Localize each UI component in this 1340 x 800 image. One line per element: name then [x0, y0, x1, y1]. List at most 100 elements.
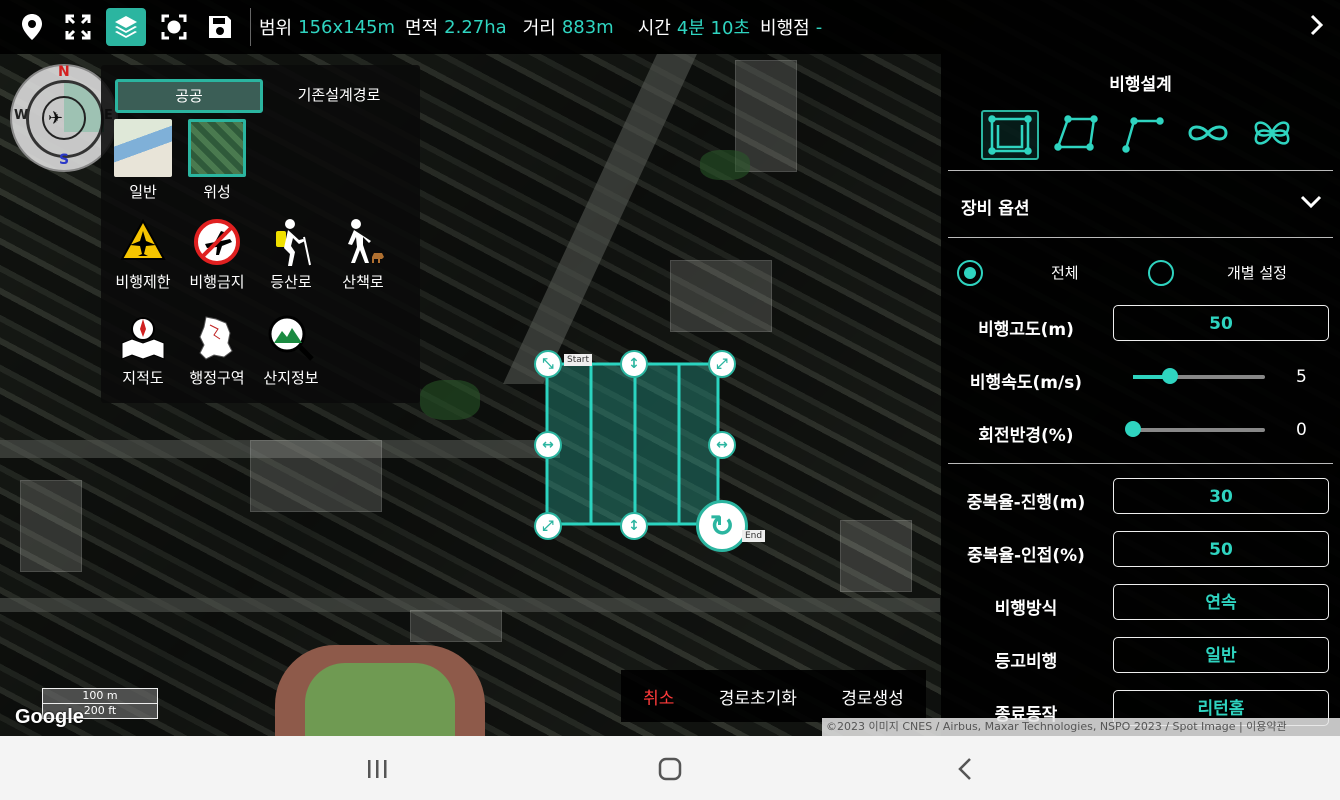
layers-icon[interactable] — [106, 8, 146, 46]
chevron-right-icon[interactable] — [1310, 14, 1324, 42]
terrain-follow-label: 등고비행 — [994, 652, 1058, 672]
admin-region-icon — [192, 313, 242, 363]
linear-pattern-icon[interactable] — [1115, 110, 1169, 156]
figure-eight-pattern-icon[interactable] — [1181, 110, 1235, 156]
radio-all[interactable] — [957, 260, 983, 286]
compass-north: N — [58, 64, 70, 80]
map-stadium — [275, 645, 485, 736]
home-icon[interactable] — [655, 754, 685, 784]
walker-icon — [338, 217, 388, 267]
compass-west: W — [14, 108, 29, 123]
turn-radius-value: 0 — [1296, 420, 1307, 440]
map-copyright[interactable]: ©2023 이미지 CNES / Airbus, Maxar Technolog… — [822, 718, 1340, 736]
speed-slider-knob[interactable] — [1161, 368, 1178, 384]
save-icon[interactable] — [202, 9, 238, 45]
time-value: 4분 10초 — [676, 18, 751, 39]
layer-hiking-trail[interactable]: 등산로 — [255, 217, 327, 292]
resize-handle-top[interactable]: ↕ — [620, 350, 648, 378]
range-label: 범위 — [259, 18, 293, 39]
divider — [948, 170, 1333, 171]
cadastral-map-icon — [118, 313, 168, 363]
radio-all-label: 전체 — [1051, 264, 1079, 282]
layer-mountain-info[interactable]: 산지정보 — [255, 313, 327, 388]
layer-label: 산지정보 — [263, 369, 319, 387]
cancel-button[interactable]: 취소 — [643, 684, 674, 709]
overlap-side-field[interactable]: 50 — [1113, 531, 1329, 567]
layer-label: 지적도 — [122, 369, 164, 387]
top-toolbar: 범위 156x145m 면적 2.27ha 거리 883m 시간 4분 10초 … — [0, 0, 1340, 54]
system-nav-bar — [0, 736, 1340, 800]
turn-radius-slider-knob[interactable] — [1125, 421, 1141, 437]
divider — [948, 237, 1333, 238]
location-pin-icon[interactable] — [14, 9, 50, 45]
general-map-thumbnail — [114, 119, 172, 177]
tab-public[interactable]: 공공 — [115, 79, 263, 113]
mountain-search-icon — [266, 313, 316, 363]
hiker-icon — [266, 217, 316, 267]
radio-individual-label: 개별 설정 — [1227, 264, 1287, 282]
map-building — [250, 440, 382, 512]
start-tag: Start — [564, 354, 592, 366]
satellite-map-thumbnail — [188, 119, 246, 177]
resize-handle-top-right[interactable]: ⤢ — [708, 350, 736, 378]
area-grid-pattern-icon[interactable] — [981, 110, 1039, 160]
map-building — [840, 520, 912, 592]
overlap-side-label: 중복율-인접(%) — [967, 546, 1085, 566]
overlap-forward-label: 중복율-진행(m) — [966, 493, 1086, 513]
layer-walking-trail[interactable]: 산책로 — [327, 217, 399, 292]
resize-handle-top-left[interactable]: ⤡ — [534, 350, 562, 378]
map-building — [20, 480, 82, 572]
no-fly-icon — [192, 217, 242, 267]
waypoint-value: - — [815, 16, 823, 38]
layer-flight-restricted[interactable]: 비행제한 — [107, 217, 179, 292]
layer-label: 비행금지 — [189, 273, 245, 291]
chevron-down-icon[interactable] — [1300, 190, 1322, 215]
google-logo: Google — [15, 706, 84, 728]
terrain-follow-select[interactable]: 일반 — [1113, 637, 1329, 673]
layer-no-fly[interactable]: 비행금지 — [181, 217, 253, 292]
flight-design-panel: 비행설계 장비 옵션 전체 개별 설정 비행고도(m) 50 비행속도(m/s)… — [941, 54, 1340, 736]
distance-value: 883m — [561, 16, 614, 38]
waypoint-label: 비행점 — [760, 18, 810, 39]
layer-label: 산책로 — [342, 273, 384, 291]
end-tag: End — [742, 530, 766, 542]
altitude-label: 비행고도(m) — [978, 320, 1074, 340]
map-building — [410, 610, 502, 642]
flight-area-polygon[interactable] — [545, 362, 720, 526]
back-icon[interactable] — [950, 754, 980, 784]
flight-method-label: 비행방식 — [994, 599, 1058, 619]
altitude-field[interactable]: 50 — [1113, 305, 1329, 341]
focus-icon[interactable] — [156, 9, 192, 45]
flight-method-select[interactable]: 연속 — [1113, 584, 1329, 620]
compass-south: S — [59, 152, 70, 168]
recent-apps-icon[interactable] — [362, 754, 392, 784]
reset-route-button[interactable]: 경로초기화 — [719, 684, 797, 709]
layer-label: 행정구역 — [189, 369, 245, 387]
area-label: 면적 — [405, 18, 439, 39]
resize-handle-bottom[interactable]: ↕ — [620, 512, 648, 540]
polygon-pattern-icon[interactable] — [1049, 110, 1103, 156]
drone-icon: ✈ — [48, 108, 64, 129]
toolbar-divider — [250, 8, 251, 46]
layer-admin-region[interactable]: 행정구역 — [181, 313, 253, 388]
map-type-general[interactable]: 일반 — [113, 119, 173, 201]
rotate-handle-icon[interactable]: ↻ — [696, 500, 748, 552]
clover-pattern-icon[interactable] — [1245, 110, 1299, 156]
speed-label: 비행속도(m/s) — [969, 373, 1083, 393]
overlap-forward-field[interactable]: 30 — [1113, 478, 1329, 514]
map-type-satellite[interactable]: 위성 — [187, 119, 247, 201]
turn-radius-slider[interactable] — [1125, 421, 1265, 437]
resize-handle-right[interactable]: ↔ — [708, 431, 736, 459]
turn-radius-label: 회전반경(%) — [978, 426, 1074, 446]
radio-individual[interactable] — [1148, 260, 1174, 286]
speed-value: 5 — [1296, 367, 1307, 387]
map-type-label: 일반 — [129, 183, 157, 201]
fullscreen-icon[interactable] — [60, 9, 96, 45]
resize-handle-bottom-left[interactable]: ⤢ — [534, 512, 562, 540]
layer-cadastral[interactable]: 지적도 — [107, 313, 179, 388]
generate-route-button[interactable]: 경로생성 — [841, 684, 904, 709]
speed-slider[interactable] — [1133, 368, 1265, 384]
tab-existing-routes[interactable]: 기존설계경로 — [279, 79, 399, 111]
divider — [948, 463, 1333, 464]
resize-handle-left[interactable]: ↔ — [534, 431, 562, 459]
